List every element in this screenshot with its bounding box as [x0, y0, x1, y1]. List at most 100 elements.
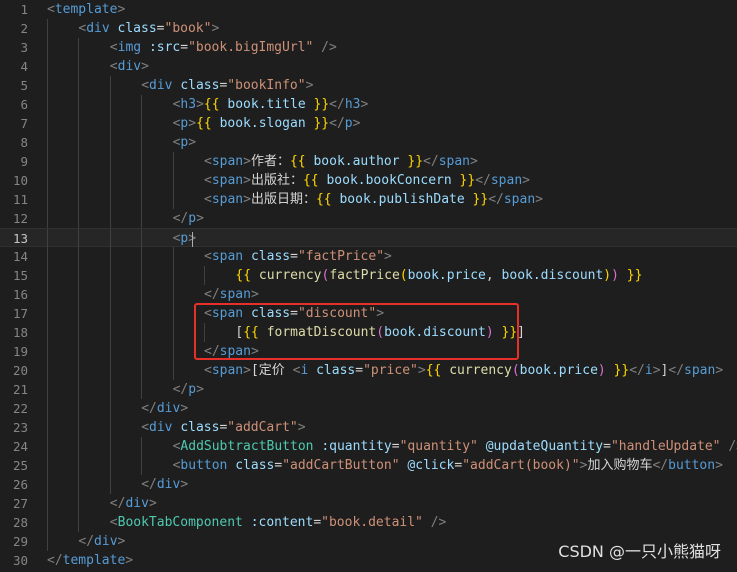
indent-guide [78, 399, 80, 418]
code-text: </div> [110, 494, 157, 513]
code-text: <BookTabComponent :content="book.detail"… [110, 513, 447, 532]
code-token: < [204, 249, 212, 264]
code-line[interactable]: 16 </span> [0, 285, 737, 304]
code-token: span [219, 287, 251, 302]
indent-guide [78, 247, 80, 266]
code-line[interactable]: 28 <BookTabComponent :content="book.detai… [0, 513, 737, 532]
code-line[interactable]: 27 </div> [0, 494, 737, 513]
code-token: > [180, 477, 189, 492]
indent-guide [141, 247, 143, 266]
code-line[interactable]: 12 </p> [0, 209, 737, 228]
indent-guide [109, 437, 111, 456]
code-token: template [62, 553, 126, 568]
code-token: class [235, 458, 275, 473]
indent-guide [109, 171, 111, 190]
code-token: </ [329, 97, 345, 112]
code-token: </ [329, 116, 345, 131]
code-line[interactable]: 1 <template> [0, 0, 737, 19]
indent-guide [204, 266, 205, 285]
code-token: ) [611, 268, 619, 283]
code-line[interactable]: 11 <span>出版日期：{{ book.publishDate }}</spa… [0, 190, 737, 209]
code-token: > [243, 363, 251, 378]
code-line[interactable]: 25 <button class="addCartButton" @click="… [0, 456, 737, 475]
line-number: 13 [12, 231, 28, 246]
code-token: class [117, 21, 157, 36]
indent-guide [47, 190, 48, 209]
code-line[interactable]: 14 <span class="factPrice"> [0, 247, 737, 266]
code-line[interactable]: 23 <div class="addCart"> [0, 418, 737, 437]
code-token: "addCart" [227, 420, 298, 435]
indent-guide [47, 133, 48, 152]
code-token: "book.bigImgUrl" [188, 40, 314, 55]
code-token: span [211, 154, 244, 169]
code-token: currency [449, 363, 512, 378]
code-text: <span>出版日期：{{ book.publishDate }}</span> [204, 190, 543, 209]
code-token: = [313, 515, 322, 530]
code-line[interactable]: 4 <div> [0, 57, 737, 76]
code-line[interactable]: 26 </div> [0, 475, 737, 494]
code-token: ) [597, 363, 606, 378]
code-token: class [180, 78, 220, 93]
line-number: 14 [12, 249, 28, 264]
code-token: template [54, 2, 118, 17]
line-number: 16 [12, 287, 28, 302]
code-token: }} [313, 97, 330, 112]
code-token: span [211, 249, 244, 264]
indent-guide [47, 475, 48, 494]
line-number: 15 [12, 268, 28, 283]
code-token: 出版社： [250, 173, 303, 188]
code-text: <span class="factPrice"> [204, 247, 392, 266]
code-token: > [522, 173, 530, 188]
code-token: > [417, 363, 426, 378]
code-editor[interactable]: 30 </template> 29 </div> 28 <BookTabComponent… [0, 0, 737, 572]
code-line[interactable]: 10 <span>出版社：{{ book.bookConcern }}</span… [0, 171, 737, 190]
code-token: </ [668, 363, 685, 378]
code-token: class [316, 363, 356, 378]
code-text: <img :src="book.bigImgUrl" /> [110, 38, 337, 57]
code-line[interactable]: 13<p> [0, 228, 737, 248]
code-token: book.bookConcern [326, 173, 452, 188]
indent-guide [78, 285, 80, 304]
indent-guide [141, 229, 143, 248]
code-token: </ [47, 553, 63, 568]
code-line[interactable]: 20 <span>[定价 <i class="price">{{ currency… [0, 361, 737, 380]
code-token: > [535, 192, 543, 207]
code-line[interactable]: 8 <p> [0, 133, 737, 152]
line-number: 24 [12, 439, 28, 454]
code-line[interactable]: 24 <AddSubtractButton :quantity="quantity… [0, 437, 737, 456]
code-token: div [117, 59, 142, 74]
code-line[interactable]: 6 <h3>{{ book.title }}</h3> [0, 95, 737, 114]
code-token: < [109, 515, 118, 530]
text-cursor [192, 232, 193, 247]
indent-guide [141, 437, 143, 456]
line-number: 20 [12, 363, 28, 378]
highlight-box [194, 303, 519, 360]
code-token: "quantity" [399, 439, 478, 454]
code-token: "addCartButton" [282, 458, 400, 473]
code-line[interactable]: 2 <div class="book"> [0, 19, 737, 38]
code-token: {{ [203, 97, 220, 112]
code-line[interactable]: 3 <img :src="book.bigImgUrl" /> [0, 38, 737, 57]
code-line[interactable]: 21 </p> [0, 380, 737, 399]
code-line[interactable]: 15{{ currency(factPrice(book.price, book… [0, 266, 737, 285]
code-token: </ [78, 534, 95, 549]
code-line[interactable]: 7 <p>{{ book.slogan }}</p> [0, 114, 737, 133]
code-text: <span>[定价 <i class="price">{{ currency(b… [204, 361, 723, 380]
indent-guide [109, 304, 111, 323]
line-number: 9 [20, 154, 28, 169]
code-token: book.publishDate [339, 192, 465, 207]
code-token: span [438, 154, 471, 169]
indent-guide [109, 475, 111, 494]
indent-guide [172, 304, 174, 323]
line-number: 17 [12, 306, 28, 321]
code-token: :src [148, 40, 181, 55]
code-line[interactable]: 22 </div> [0, 399, 737, 418]
line-number: 29 [12, 534, 28, 549]
indent-guide [172, 152, 174, 171]
code-line[interactable]: 5 <div class="bookInfo"> [0, 76, 737, 95]
code-line[interactable]: 9 <span>作者：{{ book.author }}</span> [0, 152, 737, 171]
line-number: 23 [12, 420, 28, 435]
